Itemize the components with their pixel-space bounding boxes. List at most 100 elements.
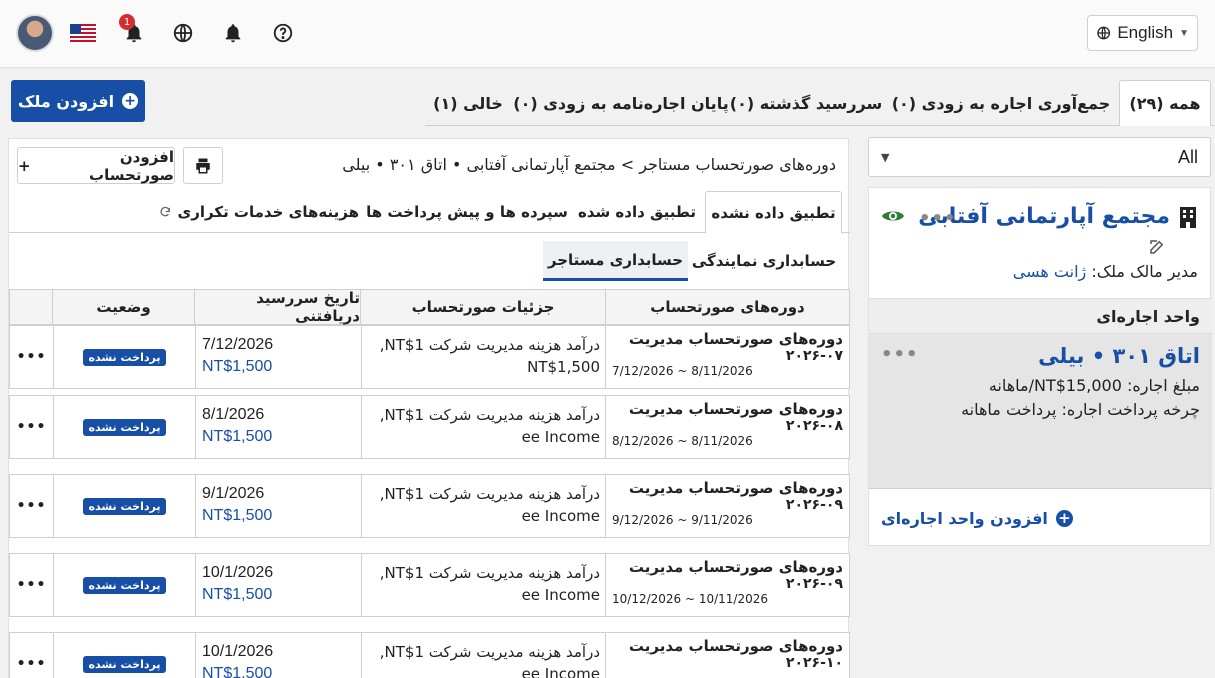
row-more-icon[interactable]: ••• xyxy=(10,396,53,458)
detail-cell: درآمد هزینه مدیریت شرکت NT$1, ee Income xyxy=(361,475,606,537)
due-amount: NT$1,500 xyxy=(202,428,273,445)
due-date: 10/1/2026 xyxy=(202,564,274,581)
unit-more-icon[interactable]: ••• xyxy=(881,344,919,365)
us-flag-icon[interactable] xyxy=(70,24,96,42)
row-more-icon[interactable]: ••• xyxy=(10,554,53,616)
table-row[interactable]: دوره‌های صورتحساب مدیریت ۲۰۲۶-۰۹ 9/12/2026… xyxy=(9,474,850,538)
eye-icon[interactable] xyxy=(881,208,905,228)
property-title[interactable]: مجتمع آپارتمانی آفتابی xyxy=(918,204,1198,229)
col-due-date: تاریخ سررسید دریافتنی xyxy=(194,289,360,325)
plus-circle-icon: + xyxy=(122,93,139,109)
due-cell: 9/1/2026 NT$1,500 xyxy=(195,475,361,537)
tab-unreconciled[interactable]: تطبیق داده نشده xyxy=(705,191,842,234)
language-label: English xyxy=(1117,23,1174,42)
tab-vacant[interactable]: خالی (۱) xyxy=(425,80,511,126)
tab-tenant-accounting[interactable]: حسابداری مستاجر xyxy=(543,241,688,281)
detail-line-2: ee Income xyxy=(521,428,600,446)
property-more-icon[interactable]: ••• xyxy=(919,208,957,229)
due-cell: 8/1/2026 NT$1,500 xyxy=(195,396,361,458)
tab-rent-due-soon[interactable]: جمع‌آوری اجاره به زودی (۰) xyxy=(891,80,1111,126)
filter-value: All xyxy=(1177,146,1198,167)
add-voucher-button[interactable]: افزودن صورتحساب + xyxy=(17,147,175,184)
print-button[interactable] xyxy=(183,147,223,184)
due-amount: NT$1,500 xyxy=(202,507,273,524)
recurring-fees-label: هزینه‌های خدمات تکراری xyxy=(177,203,360,221)
due-amount: NT$1,500 xyxy=(202,358,273,375)
due-date: 9/1/2026 xyxy=(202,485,265,502)
due-date: 10/1/2026 xyxy=(202,643,274,660)
detail-line-1: درآمد هزینه مدیریت شرکت NT$1, xyxy=(379,336,600,354)
period-code: ۲۰۲۶-۰۷ xyxy=(785,348,843,364)
status-cell: پرداخت نشده xyxy=(53,326,195,388)
due-cell: 10/1/2026 NT$1,500 xyxy=(195,554,361,616)
plus-icon: + xyxy=(18,156,31,175)
col-actions xyxy=(10,290,52,324)
detail-cell: درآمد هزینه مدیریت شرکت NT$1, ee Income xyxy=(361,396,606,458)
status-badge: پرداخت نشده xyxy=(82,348,167,366)
tab-lease-ending-soon[interactable]: پایان اجاره‌نامه به زودی (۰) xyxy=(513,80,728,126)
printer-icon xyxy=(196,158,210,173)
building-icon xyxy=(1180,206,1196,228)
due-cell: 7/12/2026 NT$1,500 xyxy=(195,326,361,388)
table-row[interactable]: دوره‌های صورتحساب مدیریت ۲۰۲۶-۱۰ درآمد هزی… xyxy=(9,632,850,678)
add-property-button[interactable]: + افزودن ملک xyxy=(11,80,145,122)
table-row[interactable]: دوره‌های صورتحساب مدیریت ۲۰۲۶-۰۹ 10/12/202… xyxy=(9,553,850,617)
status-cell: پرداخت نشده xyxy=(53,396,195,458)
status-tabs: همه (۲۹) جمع‌آوری اجاره به زودی (۰) سررس… xyxy=(425,80,1215,126)
manager-name-link[interactable]: ژانت هسی xyxy=(1013,262,1086,281)
period-code: ۲۰۲۶-۰۹ xyxy=(785,497,843,513)
table-row[interactable]: دوره‌های صورتحساب مدیریت ۲۰۲۶-۰۷ 7/12/2026… xyxy=(9,325,850,389)
tab-all[interactable]: همه (۲۹) xyxy=(1119,80,1211,126)
period-cell: دوره‌های صورتحساب مدیریت ۲۰۲۶-۰۹ 9/12/2026… xyxy=(605,475,849,537)
table-header: دوره‌های صورتحساب جزئیات صورتحساب تاریخ … xyxy=(9,289,850,325)
add-rental-unit-button[interactable]: + افزودن واحد اجاره‌ای xyxy=(869,489,1212,547)
add-property-label: افزودن ملک xyxy=(17,91,115,111)
row-more-icon[interactable]: ••• xyxy=(10,326,53,388)
tab-deposits-prepayments[interactable]: سپرده ها و پیش پرداخت ها xyxy=(365,191,569,233)
status-cell: پرداخت نشده xyxy=(53,475,195,537)
detail-line-2: ee Income xyxy=(521,665,600,678)
col-period: دوره‌های صورتحساب xyxy=(605,290,849,324)
table-row[interactable]: دوره‌های صورتحساب مدیریت ۲۰۲۶-۰۸ 8/12/2026… xyxy=(9,395,850,459)
tab-reconciled[interactable]: تطبیق داده شده xyxy=(575,191,699,233)
status-badge: پرداخت نشده xyxy=(82,576,167,594)
detail-line-2: ee Income xyxy=(521,586,600,604)
edit-icon[interactable] xyxy=(1148,238,1166,260)
add-unit-label: افزودن واحد اجاره‌ای xyxy=(881,508,1048,528)
row-more-icon[interactable]: ••• xyxy=(10,633,53,678)
breadcrumb: دوره‌های صورتحساب مستاجر > مجتمع آپارتما… xyxy=(342,155,836,174)
plus-circle-icon: + xyxy=(1055,509,1073,527)
period-cell: دوره‌های صورتحساب مدیریت ۲۰۲۶-۱۰ xyxy=(605,633,849,678)
rental-unit-item[interactable]: اتاق ۳۰۱ • بیلی ••• مبلغ اجاره: NT$15,00… xyxy=(869,334,1212,489)
detail-cell: درآمد هزینه مدیریت شرکت NT$1, ee Income xyxy=(361,554,606,616)
period-title: دوره‌های صورتحساب مدیریت xyxy=(628,400,843,418)
property-filter-select[interactable]: ▼ All xyxy=(868,137,1211,177)
detail-line-1: درآمد هزینه مدیریت شرکت NT$1, xyxy=(379,406,600,424)
status-badge: پرداخت نشده xyxy=(82,418,167,436)
row-more-icon[interactable]: ••• xyxy=(10,475,53,537)
globe-icon xyxy=(1097,26,1111,40)
unit-name[interactable]: اتاق ۳۰۱ • بیلی xyxy=(1038,344,1200,368)
period-range: 9/12/2026 ~ 9/11/2026 xyxy=(612,513,753,527)
period-code: ۲۰۲۶-۰۸ xyxy=(785,418,843,434)
tab-agency-accounting[interactable]: حسابداری نمایندگی xyxy=(689,241,839,281)
period-title: دوره‌های صورتحساب مدیریت xyxy=(628,330,843,348)
accounting-tabs: حسابداری نمایندگی حسابداری مستاجر xyxy=(9,239,850,281)
due-date: 8/1/2026 xyxy=(202,406,265,423)
language-select[interactable]: English ▼ xyxy=(1087,15,1198,51)
chevron-down-icon: ▼ xyxy=(1179,27,1189,39)
tab-recurring-fees[interactable]: هزینه‌های خدمات تکراری xyxy=(159,191,359,233)
manager-label: مدیر مالک ملک: xyxy=(1091,262,1198,281)
billing-panel: افزودن صورتحساب + دوره‌های صورتحساب مستا… xyxy=(8,138,850,678)
col-status: وضعیت xyxy=(52,290,194,324)
avatar[interactable] xyxy=(16,14,54,52)
globe-icon[interactable] xyxy=(168,18,198,48)
bell-icon[interactable] xyxy=(218,18,248,48)
tab-overdue[interactable]: سررسید گذشته (۰) xyxy=(730,80,882,126)
unit-rent: مبلغ اجاره: NT$15,000/ماهانه xyxy=(988,376,1200,395)
detail-line-2: ee Income xyxy=(521,507,600,525)
help-icon[interactable] xyxy=(268,18,298,48)
rental-unit-header: واحد اجاره‌ای xyxy=(869,298,1212,334)
due-amount: NT$1,500 xyxy=(202,665,273,678)
chevron-down-icon: ▼ xyxy=(881,150,890,164)
